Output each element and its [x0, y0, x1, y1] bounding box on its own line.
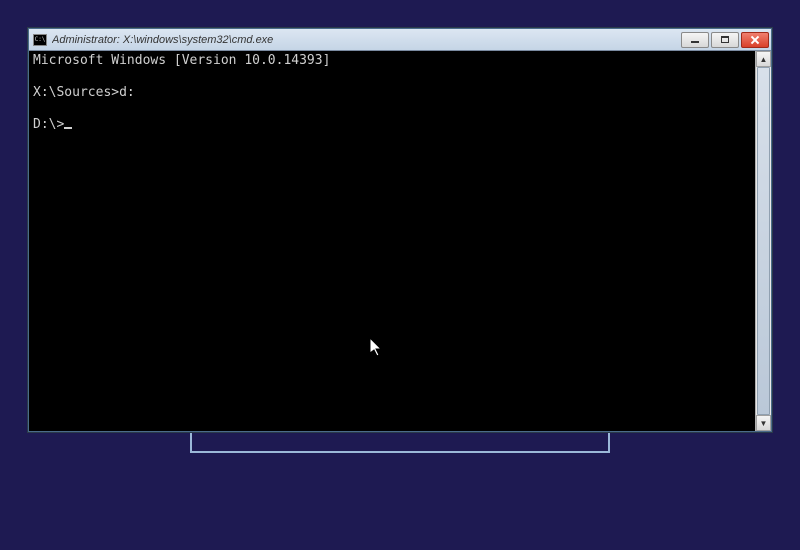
text-cursor: [64, 127, 72, 129]
scrollbar-thumb[interactable]: [757, 67, 770, 415]
vertical-scrollbar[interactable]: ▲ ▼: [755, 51, 771, 431]
chevron-down-icon: ▼: [760, 419, 768, 428]
terminal-line-version: Microsoft Windows [Version 10.0.14393]: [33, 53, 330, 68]
scroll-down-button[interactable]: ▼: [756, 415, 771, 431]
terminal-prompt-2: D:\>: [33, 117, 64, 132]
minimize-icon: [691, 41, 699, 43]
minimize-button[interactable]: [681, 32, 709, 48]
maximize-button[interactable]: [711, 32, 739, 48]
cmd-window: C:\ Administrator: X:\windows\system32\c…: [28, 28, 772, 432]
terminal-prompt-1: X:\Sources>: [33, 85, 119, 100]
scrollbar-track[interactable]: [756, 67, 771, 415]
terminal-command-1: d:: [119, 85, 135, 100]
terminal-output[interactable]: Microsoft Windows [Version 10.0.14393] X…: [29, 51, 771, 431]
installer-wizard-edge-bottom: [190, 435, 610, 453]
cmd-system-menu-icon[interactable]: C:\: [33, 34, 47, 46]
close-icon: [750, 35, 760, 45]
close-button[interactable]: [741, 32, 769, 48]
window-title: Administrator: X:\windows\system32\cmd.e…: [52, 34, 681, 46]
scroll-up-button[interactable]: ▲: [756, 51, 771, 67]
window-controls: [681, 32, 769, 48]
titlebar[interactable]: C:\ Administrator: X:\windows\system32\c…: [29, 29, 771, 51]
maximize-icon: [721, 36, 729, 43]
cmd-icon-glyph: C:\: [35, 37, 46, 43]
chevron-up-icon: ▲: [760, 55, 768, 64]
